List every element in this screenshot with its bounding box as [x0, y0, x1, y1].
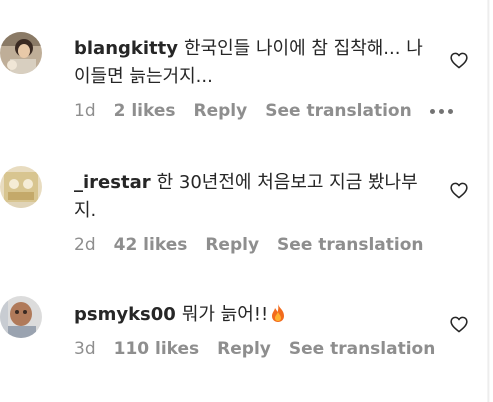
see-translation-button[interactable]: See translation: [277, 235, 423, 255]
comment-text: _irestar 한 30년전에 처음보고 지금 봤나부지.: [74, 169, 434, 225]
comment-username[interactable]: _irestar: [74, 172, 151, 193]
comment-likes[interactable]: 110 likes: [114, 339, 200, 359]
comment-likes[interactable]: 42 likes: [114, 235, 188, 255]
comment-time[interactable]: 2d: [74, 235, 96, 255]
heart-icon[interactable]: [450, 182, 468, 199]
comment-meta: 3d 110 likes Reply See translation: [74, 339, 435, 359]
comment-meta: 2d 42 likes Reply See translation: [74, 235, 434, 255]
avatar[interactable]: [0, 32, 42, 74]
comment-likes[interactable]: 2 likes: [114, 101, 176, 121]
comment-time[interactable]: 1d: [74, 101, 96, 121]
comment-content: 뭐가 늙어!!: [181, 304, 269, 325]
fire-emoji-icon: [272, 304, 285, 322]
see-translation-button[interactable]: See translation: [289, 339, 435, 359]
heart-icon[interactable]: [450, 316, 468, 333]
comment-time[interactable]: 3d: [74, 339, 96, 359]
scrollbar-edge: [485, 0, 493, 402]
heart-icon[interactable]: [450, 52, 468, 69]
avatar-photo-icon: [0, 166, 42, 208]
more-dots-icon[interactable]: [429, 108, 453, 114]
avatar-photo-icon: [0, 296, 42, 338]
comment-username[interactable]: psmyks00: [74, 304, 176, 325]
reply-button[interactable]: Reply: [205, 235, 259, 255]
reply-button[interactable]: Reply: [194, 101, 248, 121]
avatar-photo-icon: [0, 32, 42, 74]
comment-meta: 1d 2 likes Reply See translation: [74, 101, 453, 121]
comment-username[interactable]: blangkitty: [74, 38, 178, 59]
avatar[interactable]: [0, 296, 42, 338]
avatar[interactable]: [0, 166, 42, 208]
reply-button[interactable]: Reply: [217, 339, 271, 359]
see-translation-button[interactable]: See translation: [265, 101, 411, 121]
comment-text: psmyks00 뭐가 늙어!!: [74, 301, 434, 329]
comment-text: blangkitty 한국인들 나이에 참 집착해... 나이들면 늙는거지...: [74, 35, 434, 91]
